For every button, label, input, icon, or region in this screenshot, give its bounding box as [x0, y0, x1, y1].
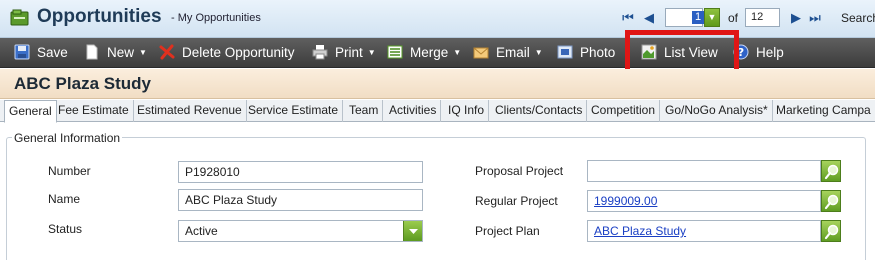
save-label: Save — [37, 45, 68, 60]
opportunities-icon — [10, 9, 30, 27]
record-number-value: 1 — [692, 11, 704, 24]
tab-go-nogo-analysis[interactable]: Go/NoGo Analysis* — [661, 100, 773, 122]
photo-label: Photo — [580, 45, 616, 60]
opportunities-window: Opportunities - My Opportunities ⏮ ◀ 1 ▼… — [0, 0, 875, 260]
toolbar: Save New ▼ Delete Opportunity Print ▼ Merg… — [0, 38, 875, 68]
merge-label: Merge — [410, 45, 449, 60]
record-total: 12 — [745, 8, 780, 27]
tab-service-estimate[interactable]: Service Estimate — [244, 100, 344, 122]
record-title: ABC Plaza Study — [14, 74, 151, 93]
email-icon — [473, 47, 489, 59]
number-field[interactable]: P1928010 — [178, 161, 423, 183]
name-value: ABC Plaza Study — [185, 193, 278, 207]
save-button[interactable]: Save — [14, 38, 68, 68]
email-caret-icon: ▼ — [534, 47, 543, 57]
proposal-project-lookup-icon[interactable] — [821, 160, 841, 182]
pager-of-label: of — [728, 11, 739, 25]
new-document-icon — [86, 44, 98, 60]
new-button[interactable]: New ▼ — [84, 38, 147, 68]
merge-icon — [387, 45, 403, 59]
page-subtitle: - My Opportunities — [171, 12, 261, 24]
status-value: Active — [185, 224, 218, 238]
general-information-legend: General Information — [12, 131, 123, 145]
tab-strip: General Fee Estimate Estimated Revenue S… — [0, 100, 875, 123]
help-button[interactable]: ? Help — [733, 38, 784, 68]
delete-opportunity-button[interactable]: Delete Opportunity — [159, 38, 295, 68]
merge-caret-icon: ▼ — [453, 47, 462, 57]
number-label: Number — [48, 164, 91, 178]
print-label: Print — [335, 45, 363, 60]
project-plan-lookup-icon[interactable] — [821, 220, 841, 242]
tab-general[interactable]: General — [4, 100, 57, 123]
record-header: ABC Plaza Study — [0, 69, 875, 99]
tab-competition[interactable]: Competition — [587, 100, 661, 122]
photo-button[interactable]: Photo — [557, 38, 615, 68]
record-number-input[interactable]: 1 — [665, 8, 704, 27]
tab-activities[interactable]: Activities — [385, 100, 442, 122]
name-label: Name — [48, 192, 81, 206]
tab-fee-estimate[interactable]: Fee Estimate — [54, 100, 134, 122]
project-plan-field[interactable]: ABC Plaza Study — [587, 220, 821, 242]
project-plan-link[interactable]: ABC Plaza Study — [594, 224, 686, 238]
proposal-project-field[interactable] — [587, 160, 821, 182]
delete-label: Delete Opportunity — [182, 45, 295, 60]
proposal-project-label: Proposal Project — [475, 164, 564, 178]
regular-project-label: Regular Project — [475, 194, 558, 208]
help-label: Help — [756, 45, 784, 60]
tab-marketing-campaign[interactable]: Marketing Campa — [772, 100, 875, 122]
next-record-icon[interactable]: ▶ — [788, 10, 804, 26]
regular-project-field[interactable]: 1999009.00 — [587, 190, 821, 212]
page-title: Opportunities — [37, 6, 162, 27]
tab-iq-info[interactable]: IQ Info — [444, 100, 490, 122]
search-link[interactable]: Search — [841, 11, 875, 25]
tab-team[interactable]: Team — [345, 100, 384, 122]
email-button[interactable]: Email ▼ — [473, 38, 543, 68]
help-icon: ? — [733, 44, 749, 60]
list-view-button[interactable]: List View — [641, 38, 718, 68]
name-field[interactable]: ABC Plaza Study — [178, 189, 423, 211]
last-record-icon[interactable]: ⏭ — [807, 10, 823, 26]
regular-project-lookup-icon[interactable] — [821, 190, 841, 212]
regular-project-link[interactable]: 1999009.00 — [594, 194, 657, 208]
save-icon — [14, 44, 30, 60]
photo-icon — [557, 45, 573, 59]
project-plan-label: Project Plan — [475, 224, 540, 238]
new-label: New — [107, 45, 135, 60]
previous-record-icon[interactable]: ◀ — [641, 10, 657, 26]
svg-text:?: ? — [738, 46, 744, 59]
print-button[interactable]: Print ▼ — [312, 38, 376, 68]
email-label: Email — [496, 45, 530, 60]
status-dropdown-icon[interactable] — [403, 221, 422, 241]
number-value: P1928010 — [185, 165, 240, 179]
status-select[interactable]: Active — [178, 220, 423, 242]
tab-estimated-revenue[interactable]: Estimated Revenue — [133, 100, 247, 122]
print-icon — [312, 45, 328, 60]
print-caret-icon: ▼ — [367, 47, 376, 57]
title-bar: Opportunities - My Opportunities ⏮ ◀ 1 ▼… — [0, 0, 875, 38]
status-label: Status — [48, 222, 83, 236]
first-record-icon[interactable]: ⏮ — [620, 10, 636, 26]
list-view-icon — [641, 44, 657, 60]
list-view-label: List View — [664, 45, 718, 60]
general-tab-content: General Information Number P1928010 Name… — [0, 123, 875, 260]
new-caret-icon: ▼ — [139, 47, 147, 57]
merge-button[interactable]: Merge ▼ — [387, 38, 461, 68]
delete-icon — [159, 44, 175, 60]
tab-clients-contacts[interactable]: Clients/Contacts — [491, 100, 588, 122]
record-dropdown-button[interactable]: ▼ — [704, 8, 720, 27]
